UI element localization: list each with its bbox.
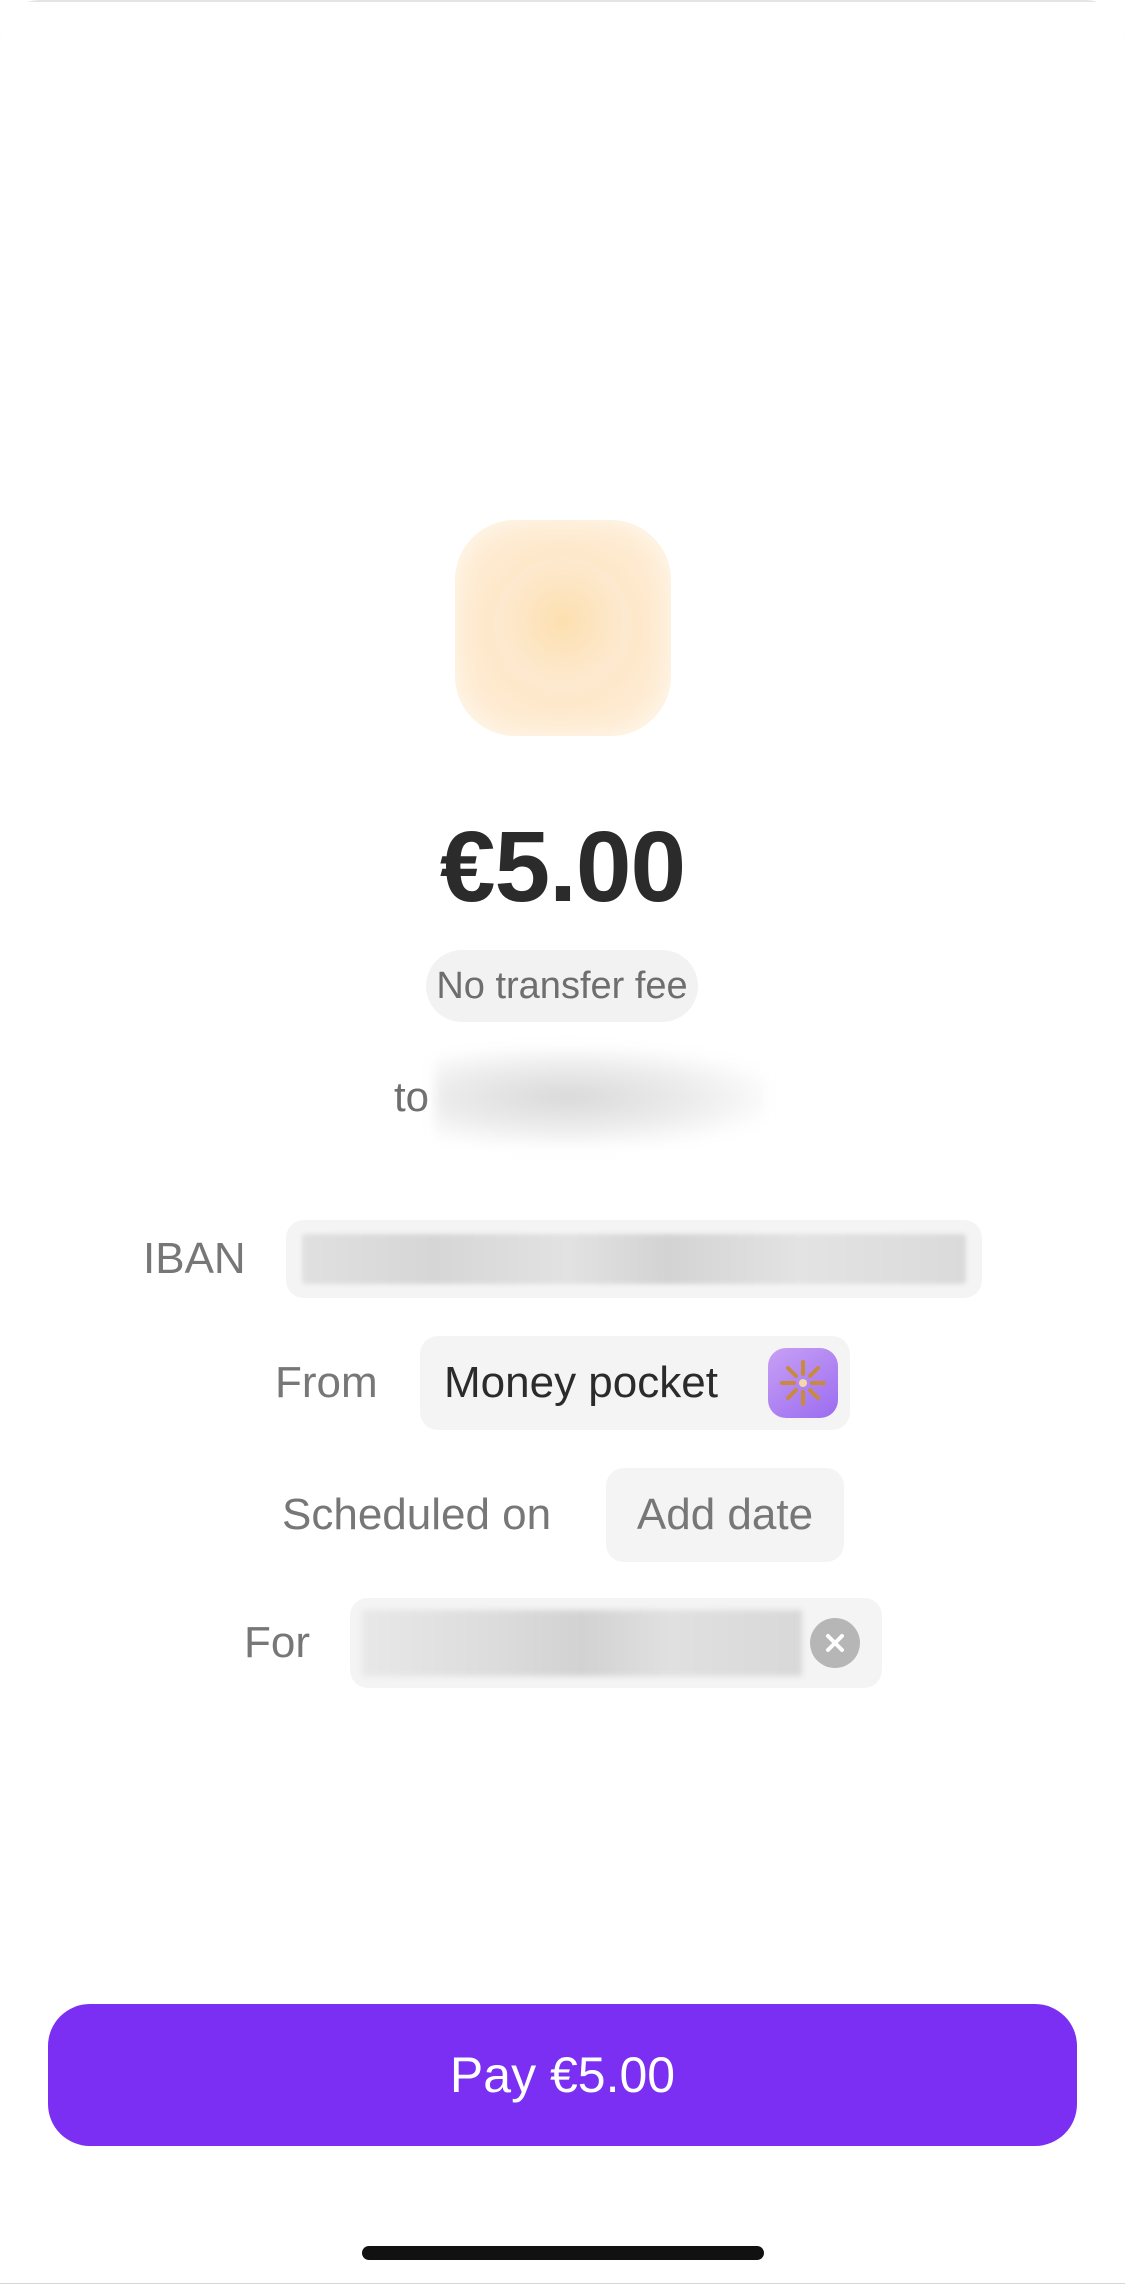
scheduled-label: Scheduled on — [282, 1490, 552, 1539]
home-indicator[interactable] — [362, 2246, 764, 2260]
iban-field[interactable] — [286, 1220, 982, 1298]
reference-value-redacted — [362, 1610, 802, 1676]
for-label: For — [244, 1618, 310, 1667]
from-label: From — [275, 1358, 378, 1407]
recipient-avatar — [455, 520, 671, 736]
iban-label: IBAN — [143, 1234, 246, 1283]
from-account-name: Money pocket — [444, 1358, 718, 1407]
payment-amount[interactable]: €5.00 — [0, 810, 1125, 925]
pay-button[interactable]: Pay €5.00 — [48, 2004, 1077, 2146]
iban-value-redacted — [302, 1234, 966, 1284]
transfer-fee-badge: No transfer fee — [426, 950, 698, 1022]
recipient-name-redacted — [435, 1049, 766, 1145]
to-label: to — [394, 1073, 430, 1120]
sparkle-icon — [768, 1348, 838, 1418]
reference-field[interactable] — [350, 1598, 882, 1688]
payment-sheet: €5.00 No transfer fee to IBAN From Money… — [0, 0, 1125, 2284]
add-date-button[interactable]: Add date — [606, 1468, 844, 1562]
from-account-selector[interactable]: Money pocket — [420, 1336, 850, 1430]
clear-icon[interactable] — [810, 1618, 860, 1668]
add-date-label: Add date — [636, 1490, 814, 1539]
recipient-row: to — [394, 1049, 766, 1145]
